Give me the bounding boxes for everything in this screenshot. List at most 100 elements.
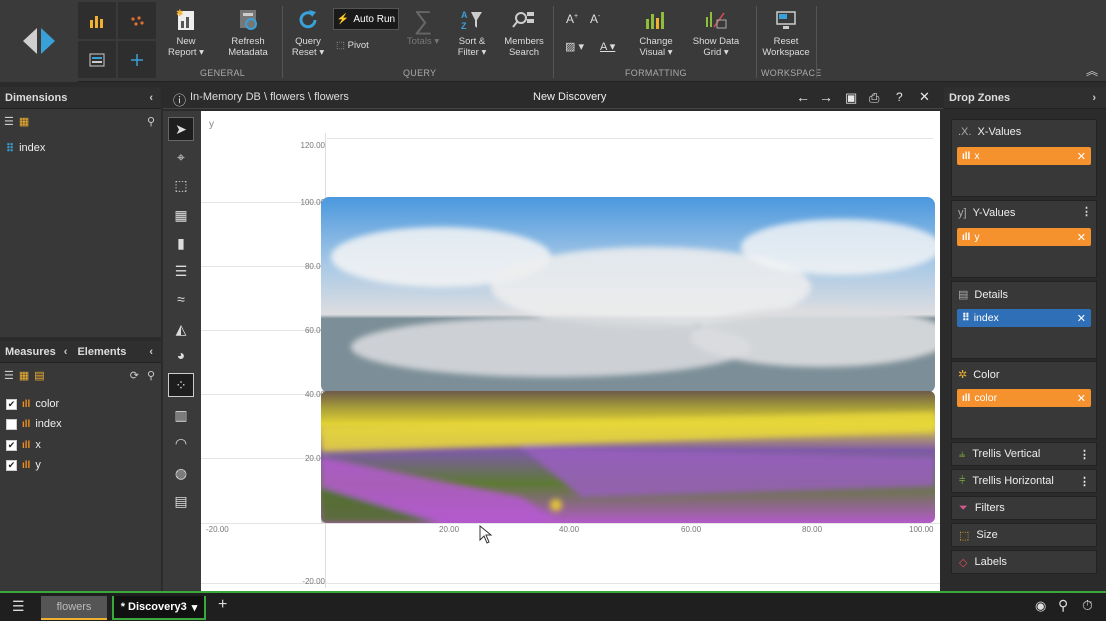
tab-measures[interactable]: Measures: [5, 346, 56, 358]
pie-chart-icon[interactable]: ◕: [168, 343, 194, 367]
hierarchy-icon[interactable]: ▦: [19, 369, 29, 382]
dimension-item-index[interactable]: ⠿ index: [6, 139, 45, 157]
remove-icon[interactable]: ✕: [1077, 312, 1086, 325]
details-pill[interactable]: ⠿ index ✕: [957, 309, 1091, 327]
refresh-icon[interactable]: ⟳: [130, 369, 139, 382]
measure-item-index[interactable]: ıll index: [6, 415, 62, 433]
remove-icon[interactable]: ✕: [1077, 392, 1086, 405]
more-options-icon[interactable]: ⋮: [1079, 475, 1090, 488]
pointer-icon[interactable]: ➤: [168, 117, 194, 141]
reset-workspace-button[interactable]: Reset Workspace: [762, 4, 810, 58]
font-decrease-icon[interactable]: A-: [590, 12, 600, 26]
new-report-label: New Report ▾: [168, 36, 204, 58]
grid-visual-icon[interactable]: ▦: [168, 203, 194, 227]
pivot-grid-icon[interactable]: [118, 41, 156, 78]
bar-chart-icon[interactable]: ☰: [168, 259, 194, 283]
show-data-grid-button[interactable]: Show Data Grid ▾: [690, 4, 742, 58]
chevron-left-icon[interactable]: ‹: [149, 346, 153, 358]
size-zone[interactable]: ⬚ Size: [951, 523, 1097, 547]
svg-text:✱: ✱: [176, 8, 184, 18]
checkbox-checked-icon[interactable]: ✔: [6, 459, 17, 471]
trellis-vertical-zone[interactable]: ⫨ Trellis Vertical ⋮: [951, 442, 1097, 466]
gauge-icon[interactable]: ◠: [168, 431, 194, 455]
ribbon-separator: [816, 6, 817, 78]
x-tick-label: 40.00: [559, 525, 580, 534]
line-chart-icon[interactable]: ≈: [168, 287, 194, 311]
auto-run-button[interactable]: ⚡ Auto Run: [333, 8, 399, 30]
y-values-pill[interactable]: ıll y ✕: [957, 228, 1091, 246]
save-icon[interactable]: ▣: [845, 90, 857, 106]
scatter-chart-icon[interactable]: ⁘: [168, 373, 194, 397]
details-zone[interactable]: ▤ Details ⠿ index ✕: [951, 281, 1097, 359]
search-icon[interactable]: ⚲: [147, 115, 155, 128]
font-color-icon[interactable]: A ▾: [600, 40, 615, 53]
search-icon[interactable]: ⚲: [147, 369, 155, 382]
connection-status-icon[interactable]: ◉: [1035, 598, 1046, 614]
color-zone[interactable]: ✲ Color ıll color ✕: [951, 361, 1097, 439]
refresh-metadata-button[interactable]: Refresh Metadata: [222, 4, 274, 58]
trellis-horizontal-zone[interactable]: ⫩ Trellis Horizontal ⋮: [951, 469, 1097, 493]
measure-item-color[interactable]: ✔ ıll color: [6, 395, 59, 413]
fill-color-icon[interactable]: ▨ ▾: [565, 40, 584, 53]
list-view-icon[interactable]: ☰: [4, 369, 14, 382]
dropdown-caret-icon[interactable]: ▾: [192, 601, 198, 614]
help-icon[interactable]: ?: [896, 90, 903, 104]
remove-icon[interactable]: ✕: [1077, 150, 1086, 163]
scatter-plot-canvas[interactable]: y 120.00 100.00 80.00 60.00 40.00 20.00 …: [201, 111, 940, 591]
treemap-icon[interactable]: ▥: [168, 403, 194, 427]
dimensions-title: Dimensions: [5, 91, 68, 104]
change-visual-button[interactable]: Change Visual ▾: [635, 4, 677, 58]
checkbox-checked-icon[interactable]: ✔: [6, 398, 17, 410]
totals-button[interactable]: ∑ Totals ▾: [405, 4, 441, 48]
x-values-zone[interactable]: .X. X-Values ıll x ✕: [951, 119, 1097, 197]
selection-icon[interactable]: ⬚: [168, 173, 194, 197]
tab-elements[interactable]: Elements: [77, 346, 126, 358]
back-arrow-icon[interactable]: ←: [796, 89, 810, 105]
measure-item-y[interactable]: ✔ ıll y: [6, 456, 41, 474]
remove-icon[interactable]: ✕: [1077, 231, 1086, 244]
checkbox-unchecked-icon[interactable]: [6, 418, 17, 430]
map-globe-icon[interactable]: ◍: [168, 461, 194, 485]
query-reset-button[interactable]: Query Reset ▾: [288, 4, 328, 58]
hamburger-menu-icon[interactable]: ☰: [12, 598, 25, 615]
chevron-left-icon[interactable]: ‹: [64, 346, 68, 358]
x-values-pill[interactable]: ıll x ✕: [957, 147, 1091, 165]
collapse-ribbon-icon[interactable]: ︽: [1086, 62, 1098, 79]
calculator-icon[interactable]: ▤: [34, 369, 44, 382]
new-report-button[interactable]: ✱ New Report ▾: [168, 4, 204, 58]
scatter-view-icon[interactable]: [118, 2, 156, 39]
text-visual-icon[interactable]: ▤: [168, 489, 194, 513]
crosshair-icon[interactable]: ⌖: [168, 145, 194, 169]
chart-view-icon[interactable]: [78, 2, 116, 39]
chevron-right-icon[interactable]: ›: [1092, 92, 1096, 104]
close-icon[interactable]: ✕: [919, 89, 930, 105]
filters-zone[interactable]: ⏷ Filters: [951, 496, 1097, 520]
pivot-button[interactable]: ⬚ Pivot: [336, 40, 382, 51]
tab-discovery3[interactable]: * Discovery3 ▾: [112, 596, 206, 620]
info-icon[interactable]: ⓘ: [173, 90, 186, 109]
print-icon[interactable]: ⎙: [869, 90, 879, 106]
y-values-zone[interactable]: y] Y-Values ⋮ ıll y ✕: [951, 200, 1097, 278]
members-search-button[interactable]: Members Search: [502, 4, 546, 58]
list-view-icon[interactable]: ☰: [4, 115, 14, 128]
hierarchy-icon[interactable]: ▦: [19, 115, 29, 128]
measure-item-x[interactable]: ✔ ıll x: [6, 436, 41, 454]
forward-arrow-icon[interactable]: →: [819, 89, 833, 105]
add-tab-icon[interactable]: +: [218, 596, 227, 614]
grid-view-icon[interactable]: [78, 41, 116, 78]
font-increase-icon[interactable]: A+: [566, 12, 578, 26]
tab-flowers[interactable]: flowers: [41, 596, 107, 620]
collapse-chevron-icon[interactable]: ‹: [149, 92, 153, 104]
area-chart-icon[interactable]: ◭: [168, 317, 194, 341]
search-icon[interactable]: ⚲: [1058, 597, 1068, 614]
sort-filter-button[interactable]: AZ Sort & Filter ▾: [454, 4, 490, 58]
more-options-icon[interactable]: ⋮: [1081, 205, 1092, 218]
canvas-header: ⓘ In-Memory DB \ flowers \ flowers New D…: [163, 87, 943, 109]
timer-icon[interactable]: ⏱: [1082, 597, 1093, 614]
app-logo[interactable]: [0, 0, 78, 82]
column-chart-icon[interactable]: ▮: [168, 231, 194, 255]
labels-zone[interactable]: ◇ Labels: [951, 550, 1097, 574]
checkbox-checked-icon[interactable]: ✔: [6, 439, 17, 451]
more-options-icon[interactable]: ⋮: [1079, 448, 1090, 461]
color-pill[interactable]: ıll color ✕: [957, 389, 1091, 407]
